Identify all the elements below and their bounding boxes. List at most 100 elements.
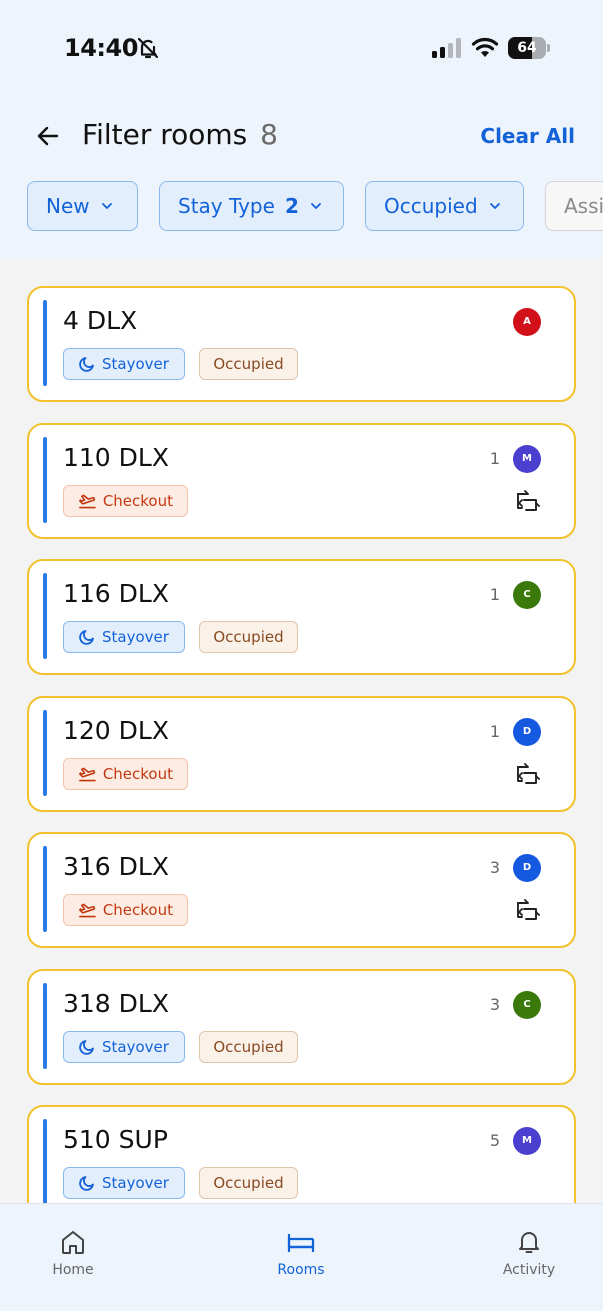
occupied-tag: Occupied	[199, 1030, 298, 1063]
battery-percent: 64	[517, 40, 537, 56]
room-card[interactable]: 316 DLX 3 D Checkout	[27, 832, 576, 948]
wifi-icon	[471, 37, 499, 57]
bed-icon	[287, 1234, 315, 1252]
departure-icon	[79, 767, 96, 781]
departure-icon	[79, 494, 96, 508]
room-name: 120 DLX	[63, 715, 169, 745]
room-swap-icon	[517, 762, 540, 784]
cellular-signal-icon	[432, 38, 461, 58]
filter-chips: New Stay Type 2 Occupied Assi	[27, 181, 603, 231]
tag-label: Stayover	[102, 628, 169, 646]
bell-icon	[519, 1232, 539, 1253]
avatar: D	[513, 717, 541, 746]
bottom-nav: Home Rooms Activity	[0, 1203, 603, 1311]
tag-label: Occupied	[213, 628, 284, 646]
status-bar: 14:40 64	[0, 0, 603, 96]
nav-label: Rooms	[277, 1262, 325, 1278]
avatar: M	[513, 1127, 541, 1155]
room-card[interactable]: 110 DLX 1 M Checkout	[27, 422, 576, 539]
room-name: 4 DLX	[63, 306, 138, 335]
room-card[interactable]: 116 DLX 1 C Stayover Occupied	[27, 559, 576, 675]
tag-label: Occupied	[213, 1037, 284, 1056]
room-card-accent-bar	[43, 436, 47, 523]
nav-label: Activity	[502, 1262, 556, 1278]
tag-label: Stayover	[102, 355, 169, 373]
chevron-down-icon	[310, 203, 321, 209]
room-name: 318 DLX	[63, 988, 169, 1018]
checkout-tag: Checkout	[63, 484, 188, 517]
nav-home[interactable]: Home	[13, 1228, 133, 1278]
tag-label: Stayover	[102, 1174, 169, 1192]
moon-icon	[79, 630, 94, 645]
room-list: 4 DLX A Stayover Occupied 110 DLX 1 M Checkout 1…	[0, 258, 603, 1203]
room-count: 1	[489, 448, 500, 468]
filter-chip-label: Stay Type	[178, 194, 275, 218]
home-icon	[62, 1231, 84, 1254]
back-arrow-icon[interactable]	[34, 122, 62, 150]
moon-icon	[79, 357, 94, 372]
moon-icon	[79, 1176, 94, 1191]
room-count: 3	[489, 994, 500, 1014]
page-title-text: Filter rooms	[82, 118, 248, 151]
stayover-tag: Stayover	[63, 348, 185, 380]
room-card[interactable]: 318 DLX 3 C Stayover Occupied	[27, 968, 576, 1085]
room-card-accent-bar	[43, 709, 47, 796]
tag-label: Checkout	[102, 491, 173, 510]
moon-icon	[79, 1039, 94, 1055]
room-name: 110 DLX	[63, 442, 169, 472]
occupied-tag: Occupied	[199, 621, 298, 653]
chevron-down-icon	[489, 203, 500, 209]
avatar: A	[513, 308, 541, 336]
room-name: 510 SUP	[63, 1125, 168, 1154]
battery-indicator: 64	[508, 37, 550, 59]
filter-chip-label: New	[46, 194, 90, 218]
room-card[interactable]: 120 DLX 1 D Checkout	[27, 695, 576, 812]
tag-label: Stayover	[102, 1037, 169, 1056]
stayover-tag: Stayover	[63, 1030, 185, 1063]
room-swap-icon	[517, 489, 540, 511]
status-time: 14:40	[64, 34, 138, 62]
filter-chip-stay-type[interactable]: Stay Type 2	[159, 181, 344, 231]
checkout-tag: Checkout	[63, 757, 188, 790]
filter-chip-assigned[interactable]: Assi	[545, 181, 603, 231]
stayover-tag: Stayover	[63, 621, 185, 653]
filter-chip-occupied[interactable]: Occupied	[365, 181, 524, 231]
room-count: 1	[489, 585, 500, 604]
header-area: 14:40 64 Filter rooms 8 Clear All New St…	[0, 0, 603, 258]
bell-off-icon	[137, 37, 159, 59]
avatar: C	[513, 581, 541, 609]
occupied-tag: Occupied	[199, 1167, 298, 1199]
room-count: 3	[489, 858, 500, 877]
room-count: 5	[489, 1131, 500, 1150]
tag-label: Occupied	[213, 1174, 284, 1192]
filter-chip-new[interactable]: New	[27, 181, 138, 231]
room-name: 316 DLX	[63, 852, 169, 881]
filter-chip-label: Occupied	[384, 194, 478, 218]
nav-rooms[interactable]: Rooms	[241, 1228, 361, 1278]
stayover-tag: Stayover	[63, 1167, 185, 1199]
room-card-accent-bar	[43, 300, 47, 386]
filter-count: 8	[260, 118, 278, 151]
tag-label: Checkout	[102, 901, 173, 919]
clear-all-button[interactable]: Clear All	[480, 124, 575, 148]
occupied-tag: Occupied	[199, 348, 298, 380]
room-card-accent-bar	[43, 573, 47, 659]
room-count: 1	[489, 721, 500, 741]
avatar: D	[513, 854, 541, 882]
nav-label: Home	[52, 1262, 94, 1278]
nav-activity[interactable]: Activity	[469, 1228, 589, 1278]
departure-icon	[79, 903, 96, 918]
page-title: Filter rooms 8	[82, 118, 278, 151]
room-card-accent-bar	[43, 1119, 47, 1203]
room-card[interactable]: 4 DLX A Stayover Occupied	[27, 286, 576, 402]
room-card[interactable]: 510 SUP 5 M Stayover Occupied	[27, 1105, 576, 1203]
room-card-accent-bar	[43, 982, 47, 1069]
room-name: 116 DLX	[63, 579, 169, 608]
room-swap-icon	[517, 899, 540, 920]
filter-chip-count: 2	[284, 194, 299, 218]
chevron-down-icon	[101, 203, 112, 209]
tag-label: Occupied	[213, 355, 284, 373]
tag-label: Checkout	[102, 764, 173, 783]
avatar: M	[513, 444, 541, 473]
filter-chip-label: Assi	[564, 194, 603, 218]
